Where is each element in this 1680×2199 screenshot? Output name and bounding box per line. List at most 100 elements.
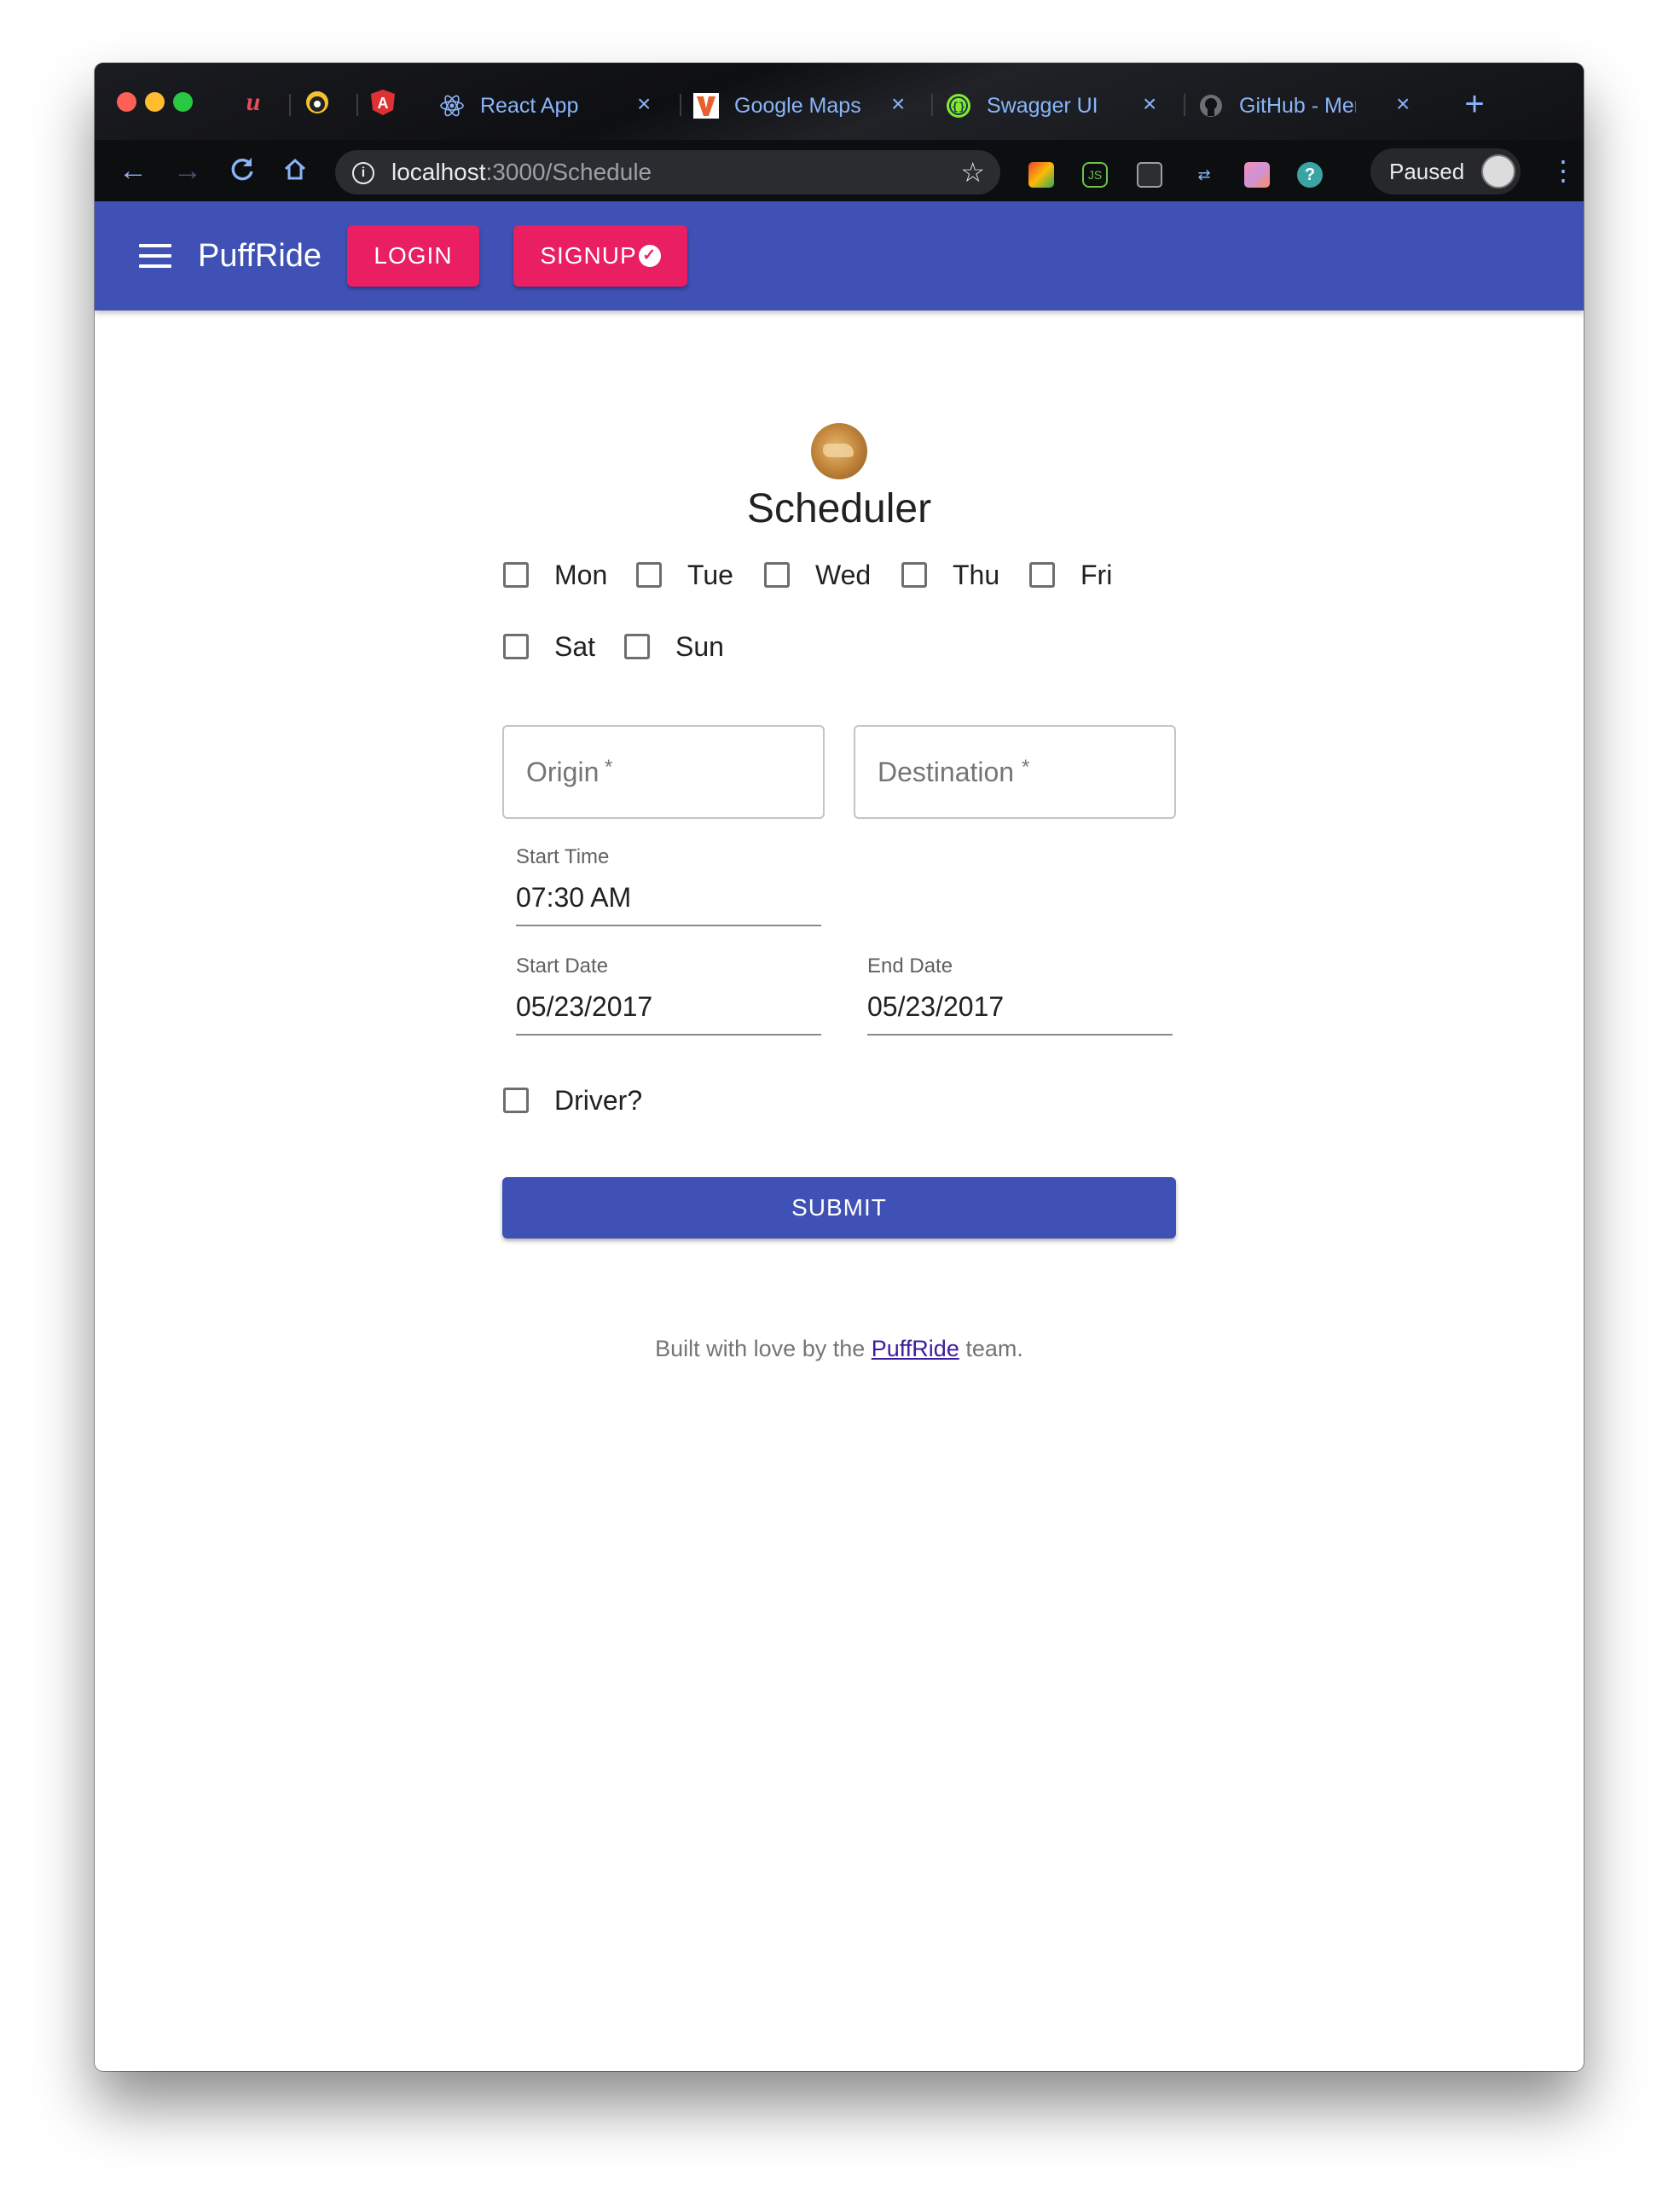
day-checkbox-wed[interactable]: Wed [764, 558, 871, 592]
svg-text:A: A [378, 95, 389, 112]
checkbox-icon[interactable] [901, 562, 927, 588]
chick-icon [306, 91, 328, 113]
close-window-button[interactable] [117, 92, 136, 112]
tab-title: Google Maps Platform [734, 93, 862, 118]
checkbox-icon[interactable] [764, 562, 790, 588]
bookmark-star-icon[interactable]: ☆ [960, 150, 985, 194]
start-date-label: Start Date [516, 954, 609, 978]
extension-chrome-icon[interactable] [1028, 162, 1054, 188]
day-checkbox-fri[interactable]: Fri [1029, 558, 1112, 592]
menu-kebab-icon[interactable]: ⋮ [1550, 157, 1577, 184]
day-checkbox-thu[interactable]: Thu [901, 558, 999, 592]
submit-button-label: SUBMIT [791, 1194, 887, 1221]
destination-field[interactable]: * [854, 725, 1176, 819]
profile-status: Paused [1389, 159, 1465, 184]
day-checkbox-mon[interactable]: Mon [503, 558, 607, 592]
checkbox-icon[interactable] [1029, 562, 1055, 588]
end-date-field[interactable]: End Date 05/23/2017 [867, 954, 1173, 1036]
checkbox-icon[interactable] [624, 634, 650, 659]
checkbox-icon[interactable] [503, 634, 529, 659]
day-label: Fri [1080, 559, 1113, 590]
origin-field[interactable]: * [502, 725, 825, 819]
signup-button[interactable]: SIGNUP ✓ [513, 225, 687, 287]
profile-avatar [1481, 154, 1515, 189]
checkbox-icon[interactable] [503, 1088, 529, 1113]
svg-text:{}: {} [952, 101, 965, 113]
day-checkbox-sat[interactable]: Sat [503, 630, 595, 664]
tab-close-icon[interactable]: × [891, 92, 905, 116]
start-time-value[interactable]: 07:30 AM [516, 880, 821, 914]
forward-icon[interactable]: → [171, 155, 204, 188]
tab-close-icon[interactable]: × [1396, 92, 1410, 116]
start-date-field[interactable]: Start Date 05/23/2017 [516, 954, 821, 1036]
menu-hamburger-icon[interactable] [139, 244, 171, 268]
reload-icon[interactable] [226, 155, 258, 188]
check-circle-icon: ✓ [638, 245, 661, 267]
v-logo-icon [693, 93, 719, 119]
day-label: Wed [815, 559, 872, 590]
tab-separator [356, 94, 358, 116]
swagger-icon: {} [946, 93, 971, 119]
day-checkbox-tue[interactable]: Tue [636, 558, 733, 592]
tab-separator [1184, 94, 1185, 116]
home-icon[interactable] [279, 155, 311, 188]
tab-google-maps[interactable]: Google Maps Platform [693, 82, 862, 130]
tab-title: Swagger UI [987, 93, 1098, 118]
url-host: localhost [391, 159, 486, 185]
tab-separator [931, 94, 933, 116]
day-checkbox-sun[interactable]: Sun [624, 630, 724, 664]
tab-separator [289, 94, 291, 116]
site-info-icon[interactable]: i [352, 162, 374, 184]
tab-close-icon[interactable]: × [637, 92, 651, 116]
day-label: Mon [554, 559, 608, 590]
url-text: localhost:3000/Schedule [391, 150, 652, 194]
day-label: Tue [687, 559, 733, 590]
new-tab-button[interactable]: + [1457, 87, 1492, 123]
address-bar[interactable]: i localhost:3000/Schedule ☆ [335, 150, 1000, 194]
extension-camera-icon[interactable] [1137, 162, 1162, 188]
browser-window: u A React App × Google Maps Platform × [95, 63, 1584, 2071]
tab-github[interactable]: GitHub - Menk [1198, 82, 1356, 130]
footer-link[interactable]: PuffRide [872, 1336, 959, 1361]
profile-button[interactable]: Paused [1370, 148, 1521, 194]
extension-arrows-icon[interactable]: ⇄ [1191, 162, 1217, 188]
pinned-tab-chick-icon[interactable] [304, 89, 331, 116]
destination-input[interactable] [855, 727, 1174, 817]
login-button[interactable]: LOGIN [347, 225, 479, 287]
required-asterisk: * [605, 756, 613, 779]
extension-help-icon[interactable]: ? [1297, 162, 1323, 188]
tab-close-icon[interactable]: × [1143, 92, 1156, 116]
tab-swagger-ui[interactable]: {} Swagger UI [946, 82, 1099, 130]
checkbox-icon[interactable] [503, 562, 529, 588]
origin-input[interactable] [504, 727, 823, 817]
required-asterisk: * [1022, 756, 1030, 779]
minimize-window-button[interactable] [145, 92, 165, 112]
end-date-label: End Date [867, 954, 953, 978]
day-label: Thu [953, 559, 1000, 590]
app-brand: PuffRide [198, 238, 322, 274]
pinned-tab-u-icon[interactable]: u [240, 88, 267, 116]
field-underline [867, 1034, 1173, 1036]
day-label: Sun [675, 630, 724, 662]
pinned-tab-angular-icon[interactable]: A [369, 89, 397, 116]
tab-title: GitHub - Menk [1239, 93, 1356, 118]
back-icon[interactable]: ← [117, 155, 149, 188]
footer-text: Built with love by the PuffRide team. [502, 1336, 1176, 1362]
footer-suffix: team. [959, 1336, 1023, 1361]
footer-prefix: Built with love by the [655, 1336, 872, 1361]
maximize-window-button[interactable] [173, 92, 193, 112]
submit-button[interactable]: SUBMIT [502, 1177, 1176, 1239]
checkbox-icon[interactable] [636, 562, 662, 588]
start-time-label: Start Time [516, 845, 610, 868]
extension-gradient-icon[interactable] [1244, 162, 1270, 188]
driver-checkbox[interactable]: Driver? [503, 1083, 642, 1117]
start-time-field[interactable]: Start Time 07:30 AM [516, 844, 821, 926]
start-date-value[interactable]: 05/23/2017 [516, 989, 821, 1024]
app-bar: PuffRide LOGIN SIGNUP ✓ [95, 201, 1584, 310]
signup-button-label: SIGNUP [540, 242, 637, 269]
field-underline [516, 1034, 821, 1036]
end-date-value[interactable]: 05/23/2017 [867, 989, 1173, 1024]
day-label: Sat [554, 630, 596, 662]
tab-react-app[interactable]: React App [439, 82, 584, 130]
extension-nodejs-icon[interactable]: JS [1082, 162, 1108, 188]
